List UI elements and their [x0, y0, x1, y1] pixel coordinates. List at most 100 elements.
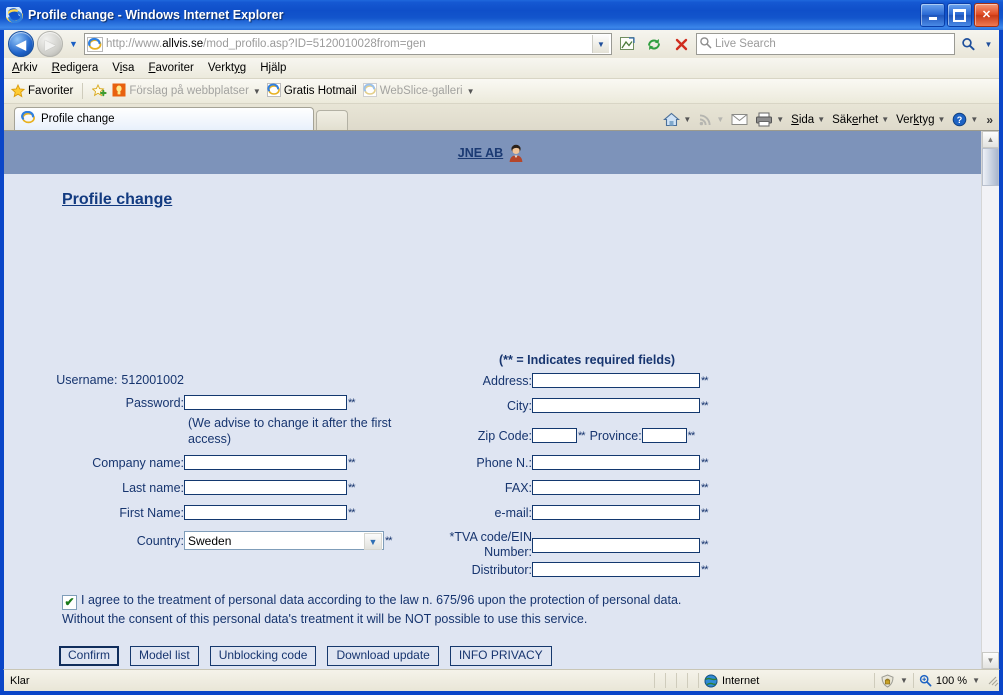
address-bar[interactable]: http://www.allvis.se/mod_profilo.asp?ID=…: [84, 33, 612, 55]
download-update-button[interactable]: Download update: [327, 646, 439, 666]
address-bar-text: http://www.allvis.se/mod_profilo.asp?ID=…: [106, 38, 426, 50]
chevron-down-icon[interactable]: ▼: [970, 115, 978, 124]
scroll-down-button[interactable]: ▼: [982, 652, 999, 669]
chevron-down-icon[interactable]: ▼: [364, 533, 382, 550]
mail-icon: [731, 114, 748, 125]
favorites-item-hotmail[interactable]: Gratis Hotmail: [266, 82, 357, 100]
fax-input[interactable]: [532, 480, 700, 495]
internet-explorer-icon: [6, 6, 23, 24]
stop-button[interactable]: [669, 33, 693, 56]
scrollbar-thumb[interactable]: [982, 148, 999, 186]
menu-item-redigera[interactable]: Redigera: [52, 62, 99, 74]
city-input[interactable]: [532, 398, 700, 413]
company-input[interactable]: [184, 455, 347, 470]
chevron-down-icon[interactable]: ▼: [900, 676, 908, 685]
search-box[interactable]: Live Search: [696, 33, 955, 55]
refresh-button[interactable]: [642, 33, 666, 56]
model-list-button[interactable]: Model list: [130, 646, 199, 666]
firstname-input[interactable]: [184, 505, 347, 520]
distributor-input[interactable]: [532, 562, 700, 577]
command-item-sakerhet[interactable]: Säkerhet ▼: [830, 113, 891, 127]
zoom-control[interactable]: 100 % ▼: [912, 673, 985, 688]
phone-input[interactable]: [532, 455, 700, 470]
tab-bar: Profile change ▼ ▼ ▼ Sida ▼ Säkerhet ▼ V…: [4, 104, 999, 130]
scroll-up-button[interactable]: ▲: [982, 131, 999, 148]
address-dropdown-icon[interactable]: ▼: [592, 35, 609, 53]
site-banner-link[interactable]: JNE AB: [458, 146, 503, 160]
back-button[interactable]: ◀: [8, 31, 34, 57]
address-input[interactable]: [532, 373, 700, 388]
command-item-verktyg[interactable]: Verktyg ▼: [894, 113, 947, 127]
required-mark: **: [701, 374, 709, 387]
compatibility-view-button[interactable]: [615, 33, 639, 56]
chevron-down-icon[interactable]: ▼: [972, 676, 980, 685]
menu-item-visa[interactable]: Visa: [112, 62, 134, 74]
minimize-button[interactable]: [920, 3, 945, 27]
search-provider-dropdown-icon[interactable]: ▼: [982, 40, 995, 49]
new-tab-button[interactable]: [316, 110, 348, 130]
chevron-down-icon[interactable]: ▼: [881, 115, 889, 124]
recent-pages-dropdown-icon[interactable]: ▼: [66, 39, 81, 49]
page-favicon-icon: [87, 36, 103, 52]
maximize-button[interactable]: [947, 3, 972, 27]
favorites-button[interactable]: Favoriter: [10, 83, 74, 98]
chevron-down-icon[interactable]: ▼: [817, 115, 825, 124]
menu-item-hjalp[interactable]: Hjälp: [260, 62, 286, 74]
favorites-item-webslice[interactable]: WebSlice-galleri ▼: [362, 82, 475, 100]
unblocking-code-button[interactable]: Unblocking code: [209, 646, 317, 666]
site-banner: JNE AB: [4, 131, 981, 174]
check-icon: ✔: [64, 595, 75, 609]
zoom-level: 100 %: [935, 674, 968, 687]
password-input[interactable]: [184, 395, 347, 410]
home-button[interactable]: ▼: [661, 111, 693, 128]
lastname-input[interactable]: [184, 480, 347, 495]
command-bar-overflow-icon[interactable]: »: [986, 113, 993, 127]
close-button[interactable]: ✕: [974, 3, 999, 27]
search-go-button[interactable]: [958, 35, 979, 53]
chevron-down-icon[interactable]: ▼: [776, 115, 784, 124]
menu-item-verktyg[interactable]: Verktyg: [208, 62, 246, 74]
required-mark: **: [687, 429, 696, 442]
country-select[interactable]: Sweden ▼: [184, 531, 384, 550]
required-mark: **: [348, 456, 356, 469]
tab-favicon-icon: [21, 110, 36, 128]
menu-item-favoriter[interactable]: Favoriter: [148, 62, 193, 74]
help-button[interactable]: ? ▼: [950, 111, 980, 128]
suggested-sites-icon: [112, 83, 126, 100]
print-button[interactable]: ▼: [753, 111, 786, 128]
email-input[interactable]: [532, 505, 700, 520]
security-zone-label: Internet: [721, 674, 760, 687]
menu-item-arkiv[interactable]: AArkivrkiv: [12, 62, 38, 74]
feeds-button[interactable]: ▼: [696, 111, 726, 128]
chevron-down-icon[interactable]: ▼: [467, 87, 475, 96]
forward-button[interactable]: ▶: [37, 31, 63, 57]
scrollbar-track[interactable]: [982, 148, 999, 652]
read-mail-button[interactable]: [729, 112, 750, 127]
username-label: Username:: [56, 373, 118, 387]
resize-grip[interactable]: [985, 673, 999, 688]
favorites-label: Favoriter: [28, 85, 74, 97]
vertical-scrollbar[interactable]: ▲ ▼: [981, 131, 999, 669]
city-row: City: **: [384, 398, 709, 413]
zip-label: Zip Code:: [477, 428, 532, 443]
chevron-down-icon[interactable]: ▼: [937, 115, 945, 124]
username-row: Username: 512001002: [4, 373, 184, 387]
chevron-down-icon[interactable]: ▼: [253, 87, 261, 96]
status-cell-2: [664, 673, 676, 688]
chevron-down-icon[interactable]: ▼: [683, 115, 691, 124]
province-input[interactable]: [641, 428, 687, 443]
tva-input[interactable]: [532, 537, 700, 553]
zip-input[interactable]: [532, 428, 577, 443]
security-zone[interactable]: Internet: [697, 673, 874, 688]
favorites-item-forslag[interactable]: Förslag på webbplatser ▼: [112, 83, 261, 100]
tab-profile-change[interactable]: Profile change: [14, 107, 314, 130]
info-privacy-button[interactable]: INFO PRIVACY: [449, 646, 552, 666]
protected-mode-indicator[interactable]: ▼: [873, 673, 913, 688]
browser-chrome: ◀ ▶ ▼ http://www.allvis.se/mod_profilo.a…: [3, 30, 1000, 669]
confirm-button[interactable]: Confirm: [59, 646, 120, 666]
add-to-favorites-bar-icon[interactable]: [91, 83, 107, 98]
consent-checkbox[interactable]: ✔: [62, 594, 77, 610]
favorites-item-label: Förslag på webbplatser: [129, 85, 249, 97]
window-title: Profile change - Windows Internet Explor…: [28, 8, 284, 22]
command-item-sida[interactable]: Sida ▼: [789, 113, 827, 127]
